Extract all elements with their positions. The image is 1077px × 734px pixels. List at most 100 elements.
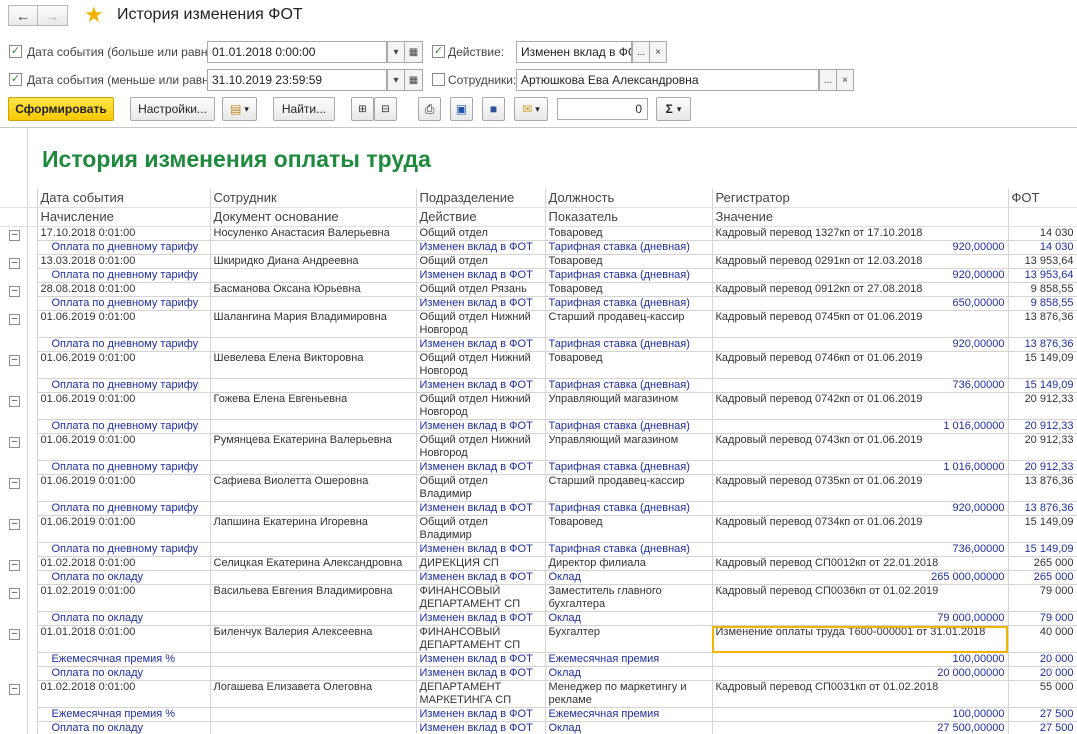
expand-groups-button[interactable]: ⊞ <box>351 97 374 121</box>
position-cell[interactable]: Товаровед <box>545 226 713 241</box>
basis-document-cell[interactable] <box>210 611 417 626</box>
fot-cell[interactable]: 20 000 <box>1008 666 1077 681</box>
collapse-group-icon[interactable]: – <box>9 587 20 599</box>
position-cell[interactable]: Управляющий магазином <box>545 392 713 420</box>
accrual-cell[interactable]: Ежемесячная премия % <box>37 652 211 667</box>
action-cell[interactable]: Изменен вклад в ФОТ <box>416 542 546 557</box>
employee-cell[interactable]: Селицкая Екатерина Александровна <box>210 556 417 571</box>
value-cell[interactable]: 27 500,00000 <box>712 721 1009 734</box>
report-area[interactable]: История изменения оплаты труда Дата собы… <box>0 127 1077 734</box>
value-cell[interactable]: 920,00000 <box>712 337 1009 352</box>
table-row[interactable]: – 01.02.2018 0:01:00 Логашева Елизавета Ол… <box>0 680 1077 708</box>
value-cell[interactable]: 650,00000 <box>712 296 1009 311</box>
department-cell[interactable]: ФИНАНСОВЫЙ ДЕПАРТАМЕНТ СП <box>416 625 546 653</box>
detail-row[interactable]: Оплата по окладу Изменен вклад в ФОТ Оклад… <box>0 570 1077 585</box>
basis-document-cell[interactable] <box>210 337 417 352</box>
position-cell[interactable]: Старший продавец-кассир <box>545 310 713 338</box>
table-row[interactable]: – 17.10.2018 0:01:00 Носуленко Анастасия В… <box>0 226 1077 241</box>
employee-cell[interactable]: Васильева Евгения Владимировна <box>210 584 417 612</box>
event-date-cell[interactable]: 01.02.2018 0:01:00 <box>37 556 211 571</box>
employee-cell[interactable]: Биленчук Валерия Алексеевна <box>210 625 417 653</box>
position-cell[interactable]: Товаровед <box>545 254 713 269</box>
table-row[interactable]: – 01.02.2018 0:01:00 Селицкая Екатерина Ал… <box>0 556 1077 571</box>
action-cell[interactable]: Изменен вклад в ФОТ <box>416 296 546 311</box>
accrual-cell[interactable]: Оплата по окладу <box>37 666 211 681</box>
employee-cell[interactable]: Лапшина Екатерина Игоревна <box>210 515 417 543</box>
registrar-cell[interactable]: Изменение оплаты труда Т600-000001 от 31… <box>712 625 1009 653</box>
value-cell[interactable]: 1 016,00000 <box>712 460 1009 475</box>
variant-button[interactable]: ▤ ▾ <box>222 97 257 121</box>
table-row[interactable]: – 01.06.2019 0:01:00 Шалангина Мария Влади… <box>0 310 1077 338</box>
indicator-cell[interactable]: Оклад <box>545 721 713 734</box>
accrual-cell[interactable]: Оплата по окладу <box>37 570 211 585</box>
basis-document-cell[interactable] <box>210 240 417 255</box>
basis-document-cell[interactable] <box>210 570 417 585</box>
action-cell[interactable]: Изменен вклад в ФОТ <box>416 570 546 585</box>
action-cell[interactable]: Изменен вклад в ФОТ <box>416 707 546 722</box>
registrar-cell[interactable]: Кадровый перевод 0745кп от 01.06.2019 <box>712 310 1009 338</box>
value-cell[interactable]: 100,00000 <box>712 707 1009 722</box>
table-row[interactable]: – 01.06.2019 0:01:00 Румянцева Екатерина В… <box>0 433 1077 461</box>
collapse-group-icon[interactable]: – <box>9 285 20 297</box>
preview-button[interactable]: ▣ <box>450 97 473 121</box>
event-date-cell[interactable]: 01.02.2018 0:01:00 <box>37 680 211 708</box>
department-cell[interactable]: Общий отдел Нижний Новгород <box>416 351 546 379</box>
generate-button[interactable]: Сформировать <box>8 97 114 121</box>
indicator-cell[interactable]: Тарифная ставка (дневная) <box>545 460 713 475</box>
fot-cell[interactable]: 20 912,33 <box>1008 419 1077 434</box>
indicator-cell[interactable]: Ежемесячная премия <box>545 652 713 667</box>
department-cell[interactable]: Общий отдел Владимир <box>416 474 546 502</box>
column-header[interactable]: Дата события <box>37 189 211 208</box>
collapse-group-icon[interactable]: – <box>9 683 20 695</box>
event-date-cell[interactable]: 13.03.2018 0:01:00 <box>37 254 211 269</box>
action-clear-button[interactable]: × <box>649 41 667 63</box>
position-cell[interactable]: Бухгалтер <box>545 625 713 653</box>
indicator-cell[interactable]: Тарифная ставка (дневная) <box>545 542 713 557</box>
fot-cell[interactable]: 55 000 <box>1008 680 1077 708</box>
registrar-cell[interactable]: Кадровый перевод 0735кп от 01.06.2019 <box>712 474 1009 502</box>
action-cell[interactable]: Изменен вклад в ФОТ <box>416 652 546 667</box>
employee-cell[interactable]: Шкиридко Диана Андреевна <box>210 254 417 269</box>
indicator-cell[interactable]: Тарифная ставка (дневная) <box>545 268 713 283</box>
value-cell[interactable]: 920,00000 <box>712 268 1009 283</box>
collapse-group-icon[interactable]: – <box>9 354 20 366</box>
department-cell[interactable]: ДИРЕКЦИЯ СП <box>416 556 546 571</box>
registrar-cell[interactable]: Кадровый перевод СП0031кп от 01.02.2018 <box>712 680 1009 708</box>
save-button[interactable]: ■ <box>482 97 505 121</box>
back-button[interactable]: ← <box>8 5 38 26</box>
basis-document-cell[interactable] <box>210 378 417 393</box>
accrual-cell[interactable]: Оплата по дневному тарифу <box>37 240 211 255</box>
basis-document-cell[interactable] <box>210 666 417 681</box>
action-cell[interactable]: Изменен вклад в ФОТ <box>416 611 546 626</box>
detail-row[interactable]: Оплата по дневному тарифу Изменен вклад в… <box>0 268 1077 283</box>
sum-button[interactable]: Σ ▾ <box>656 97 691 121</box>
registrar-cell[interactable]: Кадровый перевод 0734кп от 01.06.2019 <box>712 515 1009 543</box>
registrar-cell[interactable]: Кадровый перевод 0743кп от 01.06.2019 <box>712 433 1009 461</box>
column-header[interactable]: Подразделение <box>416 189 546 208</box>
table-row[interactable]: – 01.01.2018 0:01:00 Биленчук Валерия Алек… <box>0 625 1077 653</box>
date-from-checkbox[interactable]: ✓ <box>9 45 22 58</box>
action-cell[interactable]: Изменен вклад в ФОТ <box>416 666 546 681</box>
department-cell[interactable]: ФИНАНСОВЫЙ ДЕПАРТАМЕНТ СП <box>416 584 546 612</box>
fot-cell[interactable]: 15 149,09 <box>1008 378 1077 393</box>
indicator-cell[interactable]: Тарифная ставка (дневная) <box>545 501 713 516</box>
detail-row[interactable]: Оплата по окладу Изменен вклад в ФОТ Оклад… <box>0 611 1077 626</box>
date-to-dropdown[interactable]: ▾ <box>387 69 405 91</box>
employee-cell[interactable]: Шевелева Елена Викторовна <box>210 351 417 379</box>
registrar-cell[interactable]: Кадровый перевод 0746кп от 01.06.2019 <box>712 351 1009 379</box>
fot-cell[interactable]: 9 858,55 <box>1008 296 1077 311</box>
fot-cell[interactable]: 14 030 <box>1008 240 1077 255</box>
action-cell[interactable]: Изменен вклад в ФОТ <box>416 721 546 734</box>
event-date-cell[interactable]: 28.08.2018 0:01:00 <box>37 282 211 297</box>
collapse-group-icon[interactable]: – <box>9 230 20 241</box>
table-row[interactable]: – 01.06.2019 0:01:00 Лапшина Екатерина Иго… <box>0 515 1077 543</box>
value-cell[interactable]: 736,00000 <box>712 542 1009 557</box>
fot-cell[interactable]: 13 876,36 <box>1008 337 1077 352</box>
event-date-cell[interactable]: 01.06.2019 0:01:00 <box>37 433 211 461</box>
department-cell[interactable]: Общий отдел <box>416 226 546 241</box>
print-button[interactable]: ⎙ <box>418 97 441 121</box>
date-to-input[interactable]: 31.10.2019 23:59:59 <box>207 69 387 91</box>
registrar-cell[interactable]: Кадровый перевод 0291кп от 12.03.2018 <box>712 254 1009 269</box>
indicator-cell[interactable]: Оклад <box>545 570 713 585</box>
basis-document-cell[interactable] <box>210 707 417 722</box>
